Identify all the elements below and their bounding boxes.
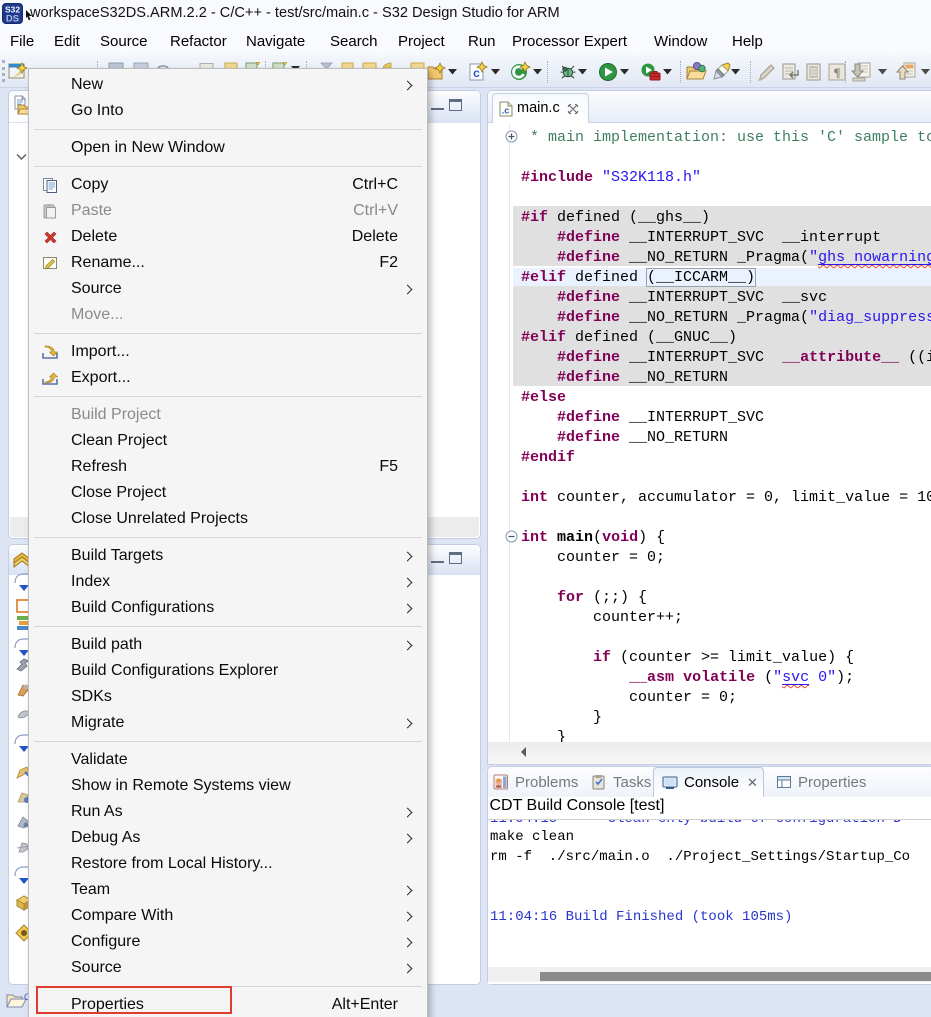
svg-text:.c: .c [502, 106, 510, 116]
svg-text:DS: DS [6, 14, 19, 25]
svg-text:¶: ¶ [833, 65, 840, 80]
